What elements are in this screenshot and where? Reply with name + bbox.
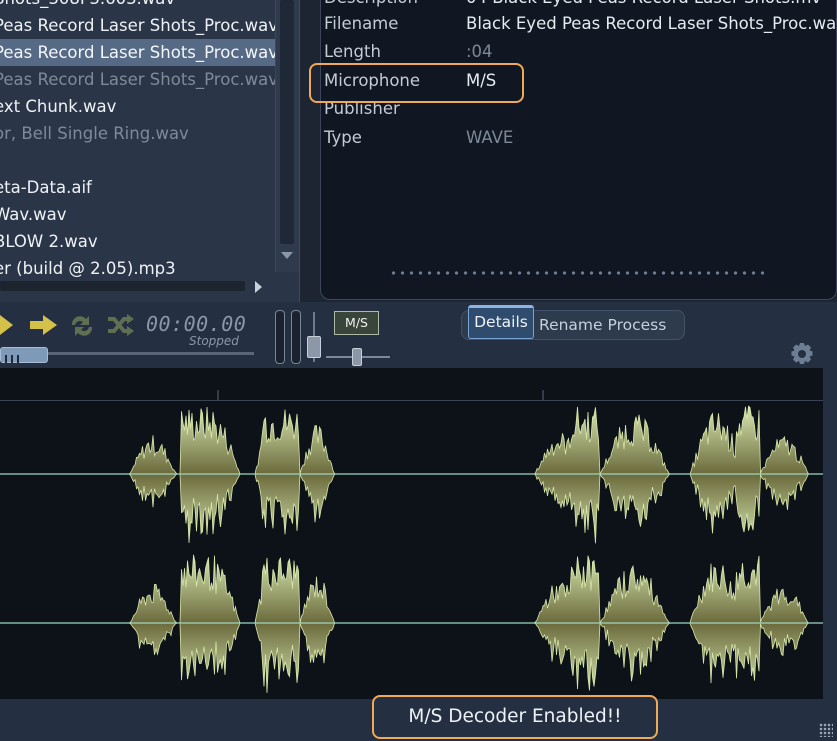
- file-list-item-selected[interactable]: Peas Record Laser Shots_Proc.wav: [0, 39, 275, 66]
- level-meter-left: [275, 310, 285, 364]
- waveform-canvas[interactable]: [0, 368, 823, 699]
- file-list-item[interactable]: BLOW 2.wav: [0, 228, 275, 255]
- metadata-key: Description: [324, 0, 418, 11]
- file-list-rows: Shots_308F3.603.wav Peas Record Laser Sh…: [0, 0, 275, 282]
- volume-slider-knob[interactable]: [307, 336, 321, 358]
- file-list-item[interactable]: Wav.wav: [0, 201, 275, 228]
- scrollbar-track[interactable]: [0, 281, 245, 291]
- shuffle-icon[interactable]: [106, 313, 134, 339]
- file-list-item[interactable]: [0, 147, 275, 174]
- scrollbar-thumb[interactable]: [280, 0, 294, 244]
- metadata-value: WAVE: [466, 128, 514, 147]
- play-selection-icon[interactable]: [28, 313, 60, 337]
- scroll-down-arrow-icon[interactable]: [281, 252, 293, 259]
- loop-icon[interactable]: [68, 313, 96, 339]
- window-edge: [823, 368, 837, 699]
- file-list-horizontal-scrollbar[interactable]: [0, 277, 275, 295]
- metadata-key: Filename: [324, 14, 399, 33]
- file-list-item[interactable]: ext Chunk.wav: [0, 93, 275, 120]
- ms-decoder-button[interactable]: M/S: [334, 311, 379, 335]
- scroll-right-arrow-icon[interactable]: [255, 281, 262, 293]
- waveform-view[interactable]: [0, 368, 823, 699]
- tab-details[interactable]: Details: [468, 305, 534, 339]
- time-readout: 00:00.00: [146, 312, 247, 336]
- waveform-channel-left: [0, 405, 823, 544]
- file-list-item[interactable]: Peas Record Laser Shots_Proc.wav: [0, 12, 275, 39]
- file-list: Shots_308F3.603.wav Peas Record Laser Sh…: [0, 0, 300, 303]
- tab-rename-process[interactable]: Rename Process: [539, 311, 666, 339]
- status-message: M/S Decoder Enabled!!: [372, 695, 658, 739]
- playback-status: Stopped: [189, 334, 239, 348]
- metadata-key: Length: [324, 42, 381, 61]
- metadata-value: :04: [466, 42, 493, 61]
- metadata-key: Type: [324, 128, 362, 147]
- transport-bar: 00:00.00 Stopped M/S Details Rename Proc…: [0, 302, 837, 368]
- resize-grip-icon[interactable]: [819, 723, 833, 737]
- play-icon[interactable]: [0, 313, 14, 337]
- ruler-ticks: [217, 390, 544, 400]
- file-list-item[interactable]: or, Bell Single Ring.wav: [0, 120, 275, 147]
- metadata-value[interactable]: Black Eyed Peas Record Laser Shots_Proc.…: [466, 11, 837, 37]
- file-list-item[interactable]: eta-Data.aif: [0, 174, 275, 201]
- microphone-highlight-annotation: [309, 63, 524, 103]
- metadata-value[interactable]: 04 Black Eyed Peas Record Laser Shots.mv: [466, 0, 837, 11]
- position-slider-thumb[interactable]: [0, 347, 48, 363]
- panel-resize-handle[interactable]: [389, 271, 769, 275]
- ms-width-slider-knob[interactable]: [352, 348, 362, 366]
- level-meter-right: [291, 310, 301, 364]
- file-list-vertical-scrollbar[interactable]: [275, 0, 299, 272]
- metadata-panel: Description 04 Black Eyed Peas Record La…: [320, 0, 837, 300]
- file-list-item[interactable]: Shots_308F3.603.wav: [0, 0, 275, 12]
- status-bar: M/S Decoder Enabled!!: [0, 695, 837, 741]
- tab-strip: Details Rename Process: [461, 305, 685, 340]
- file-list-item[interactable]: Peas Record Laser Shots_Proc.wav: [0, 66, 275, 93]
- gear-icon[interactable]: [790, 342, 814, 366]
- waveform-channel-right: [0, 554, 823, 693]
